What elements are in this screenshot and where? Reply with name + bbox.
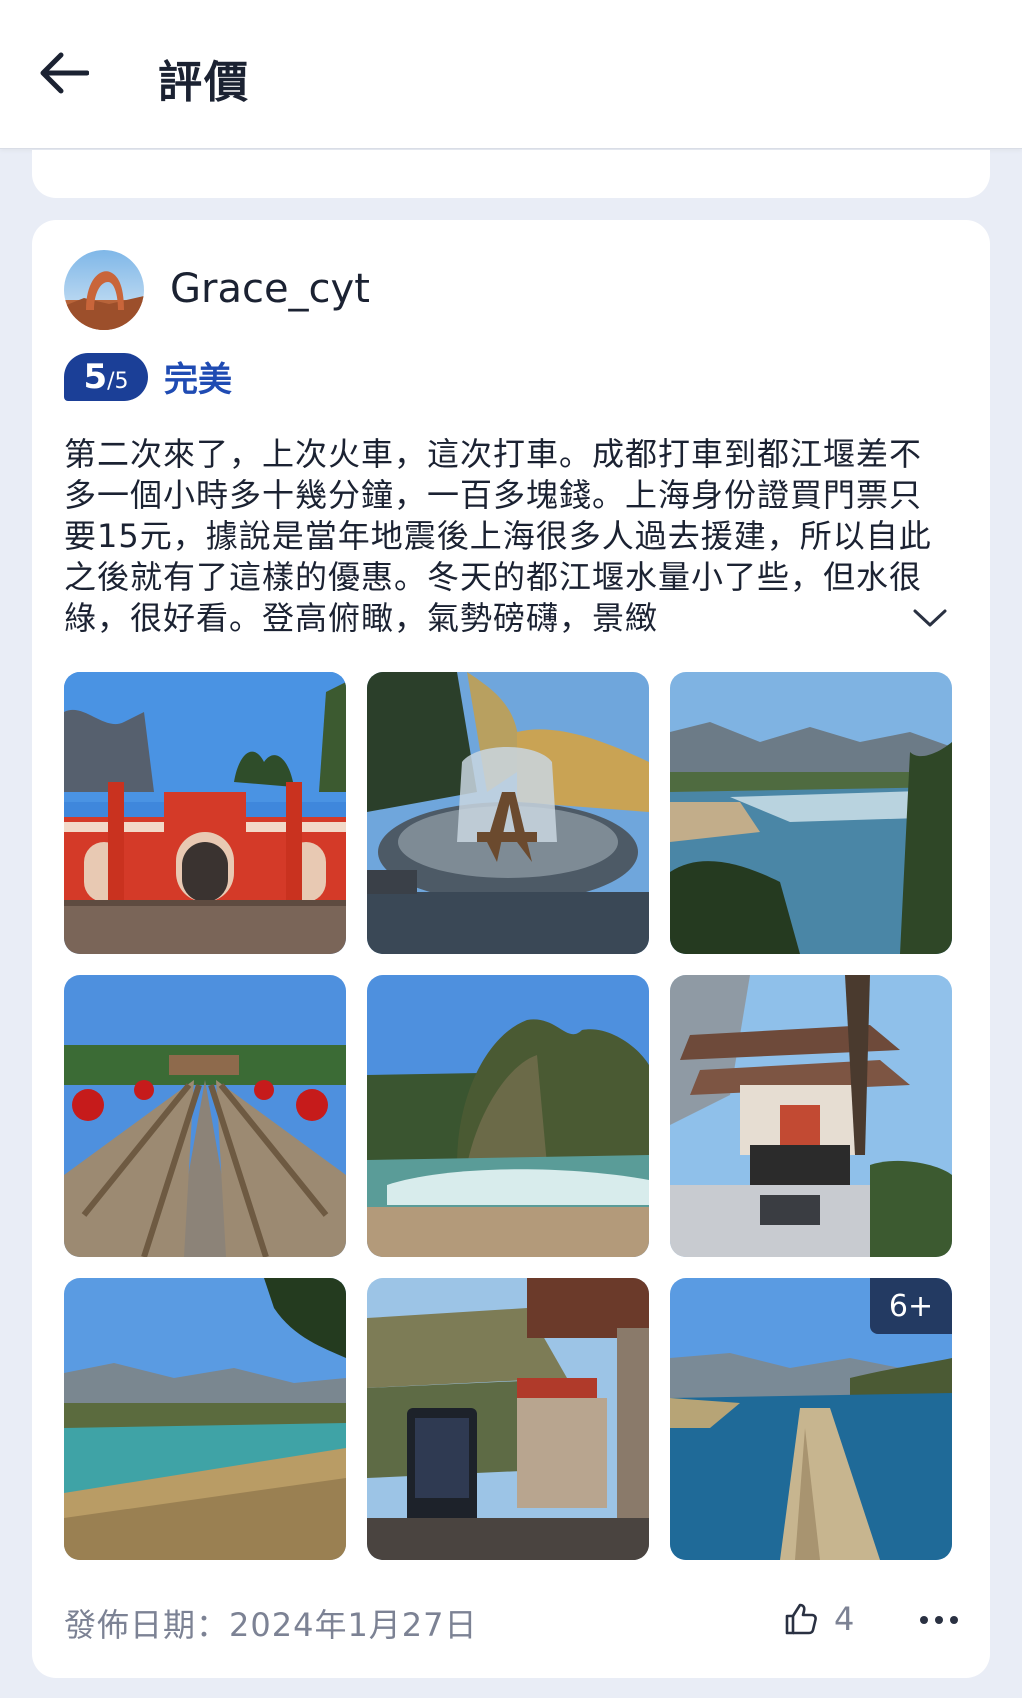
rating-badge: 5/5 xyxy=(64,352,148,401)
photo-wooden-bridge[interactable] xyxy=(64,975,346,1257)
arrow-left-icon xyxy=(37,51,89,95)
back-button[interactable] xyxy=(28,38,98,108)
expand-text-button[interactable] xyxy=(908,598,952,638)
photo-river-sandbar[interactable]: 6+ xyxy=(670,1278,952,1560)
rating-row: 5/5 完美 xyxy=(64,352,232,401)
rating-label: 完美 xyxy=(164,360,232,400)
top-app-bar: 評價 xyxy=(0,0,1022,149)
rating-score: 5 xyxy=(83,356,108,397)
rating-max: /5 xyxy=(107,368,129,394)
chevron-down-icon xyxy=(912,607,948,629)
photo-river-mountains[interactable] xyxy=(670,672,952,954)
page-title: 評價 xyxy=(158,57,250,108)
photo-turquoise-river[interactable] xyxy=(64,1278,346,1560)
review-card: Grace_cyt 5/5 完美 第二次來了，上次火車，這次打車。成都打車到都江… xyxy=(32,220,990,1678)
photo-pagoda[interactable] xyxy=(670,975,952,1257)
more-options-button[interactable] xyxy=(914,1602,964,1638)
photo-red-gate[interactable] xyxy=(64,672,346,954)
previous-review-card xyxy=(32,150,990,198)
more-photos-badge[interactable]: 6+ xyxy=(870,1278,952,1334)
photo-cliff-river[interactable] xyxy=(367,975,649,1257)
photo-fountain[interactable] xyxy=(367,672,649,954)
text-fade xyxy=(784,596,904,640)
avatar[interactable] xyxy=(64,250,144,330)
publish-date: 發佈日期：2024年1月27日 xyxy=(64,1606,478,1644)
more-horizontal-icon xyxy=(919,1615,959,1625)
username[interactable]: Grace_cyt xyxy=(170,266,370,312)
like-count: 4 xyxy=(834,1600,855,1638)
photo-info-board[interactable] xyxy=(367,1278,649,1560)
like-button[interactable]: 4 xyxy=(784,1600,854,1638)
thumbs-up-icon xyxy=(784,1602,818,1636)
